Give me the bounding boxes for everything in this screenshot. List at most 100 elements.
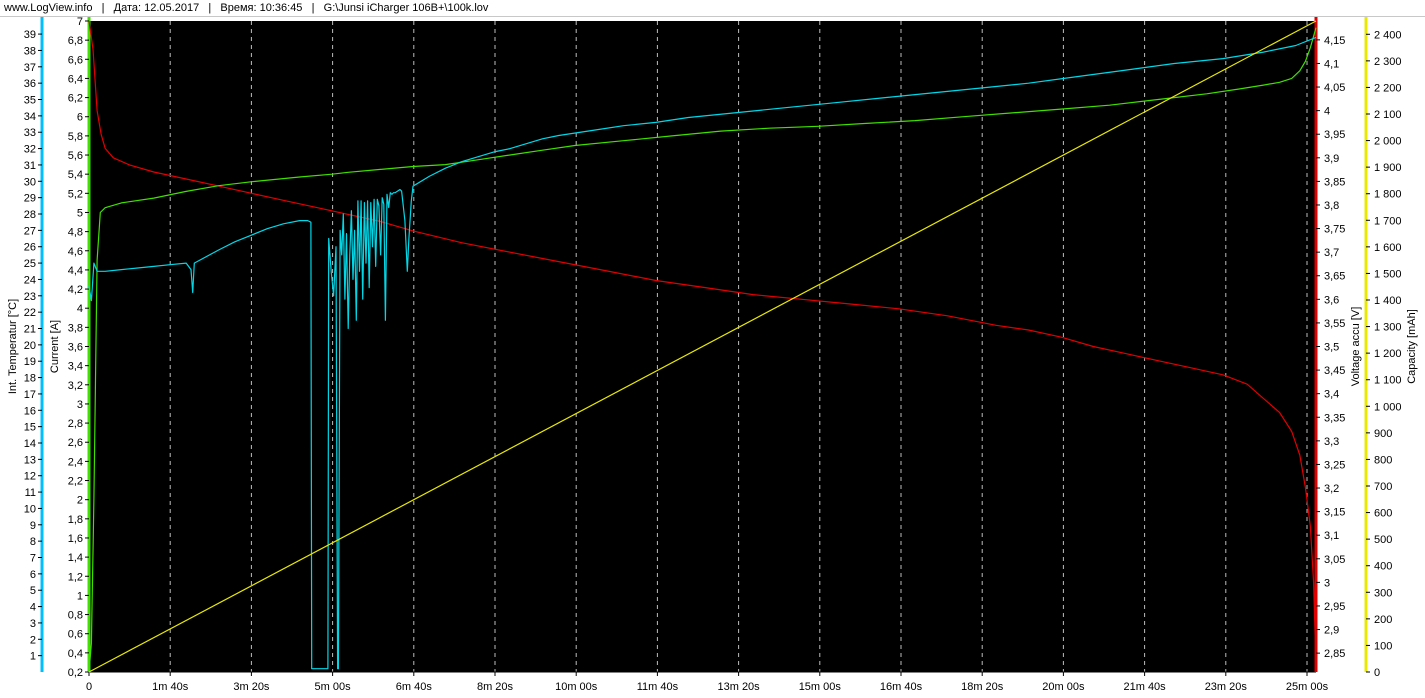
voltage-tick-label: 2,9 <box>1324 625 1339 637</box>
temperature-tick-label: 26 <box>24 242 36 254</box>
temperature-tick-label: 33 <box>24 127 36 139</box>
capacity-tick-label: 1 900 <box>1374 162 1402 174</box>
capacity-tick-label: 1 400 <box>1374 295 1402 307</box>
voltage-tick-label: 3,25 <box>1324 459 1345 471</box>
capacity-tick-label: 200 <box>1374 614 1392 626</box>
temperature-tick-label: 7 <box>30 553 36 565</box>
temperature-tick-label: 11 <box>25 487 36 499</box>
temperature-tick-label: 28 <box>24 209 36 221</box>
current-tick-label: 6 <box>77 112 83 124</box>
voltage-tick-label: 3 <box>1324 577 1330 589</box>
voltage-tick-label: 2,95 <box>1324 601 1345 613</box>
temperature-tick-label: 36 <box>24 78 36 90</box>
current-tick-label: 1,6 <box>68 533 83 545</box>
temperature-tick-label: 3 <box>30 618 36 630</box>
current-tick-label: 3,4 <box>68 361 83 373</box>
temperature-tick-label: 4 <box>30 602 36 614</box>
capacity-tick-label: 600 <box>1374 508 1392 520</box>
current-tick-label: 4 <box>77 303 83 315</box>
voltage-tick-label: 4,15 <box>1324 35 1345 47</box>
capacity-tick-label: 1 300 <box>1374 322 1402 334</box>
current-tick-label: 6,6 <box>68 54 83 66</box>
current-tick-label: 4,4 <box>68 265 83 277</box>
voltage-tick-label: 3,6 <box>1324 294 1339 306</box>
voltage-tick-label: 3,15 <box>1324 507 1345 519</box>
x-tick-label: 5m 00s <box>315 681 352 693</box>
temperature-tick-label: 14 <box>24 438 36 450</box>
x-tick-label: 20m 00s <box>1042 681 1085 693</box>
current-tick-label: 2,4 <box>68 456 83 468</box>
capacity-axis-title: Capacity [mAh] <box>1406 309 1418 384</box>
voltage-tick-label: 3,85 <box>1324 176 1345 188</box>
capacity-tick-label: 0 <box>1374 667 1380 679</box>
current-tick-label: 6,4 <box>68 73 83 85</box>
current-tick-label: 2,8 <box>68 418 83 430</box>
capacity-tick-label: 2 100 <box>1374 109 1402 121</box>
capacity-tick-label: 1 800 <box>1374 189 1402 201</box>
voltage-tick-label: 3,45 <box>1324 365 1345 377</box>
voltage-tick-label: 2,85 <box>1324 648 1345 660</box>
temperature-tick-label: 1 <box>30 651 36 663</box>
voltage-tick-label: 3,1 <box>1324 530 1339 542</box>
current-tick-label: 0,2 <box>68 667 83 679</box>
capacity-tick-label: 1 200 <box>1374 348 1402 360</box>
temperature-tick-label: 12 <box>24 471 36 483</box>
temperature-tick-label: 27 <box>24 225 36 237</box>
x-tick-label: 13m 20s <box>717 681 760 693</box>
temperature-tick-label: 10 <box>24 503 36 515</box>
voltage-tick-label: 4,1 <box>1324 58 1339 70</box>
capacity-tick-label: 900 <box>1374 428 1392 440</box>
temperature-tick-label: 29 <box>24 193 36 205</box>
capacity-tick-label: 1 500 <box>1374 268 1402 280</box>
temperature-tick-label: 34 <box>24 111 36 123</box>
voltage-tick-label: 3,65 <box>1324 271 1345 283</box>
current-tick-label: 1,4 <box>68 552 83 564</box>
capacity-tick-label: 100 <box>1374 640 1392 652</box>
voltage-tick-label: 3,05 <box>1324 554 1345 566</box>
current-tick-label: 3 <box>77 399 83 411</box>
temperature-tick-label: 38 <box>24 45 36 57</box>
capacity-tick-label: 1 600 <box>1374 242 1402 254</box>
temperature-tick-label: 16 <box>24 405 36 417</box>
voltage-tick-label: 3,7 <box>1324 247 1339 259</box>
current-tick-label: 5 <box>77 207 83 219</box>
x-tick-label: 11m 40s <box>637 681 679 693</box>
voltage-tick-label: 3,35 <box>1324 412 1345 424</box>
capacity-tick-label: 1 100 <box>1374 375 1402 387</box>
capacity-tick-label: 2 400 <box>1374 29 1402 41</box>
capacity-tick-label: 700 <box>1374 481 1392 493</box>
current-tick-label: 4,6 <box>68 246 83 258</box>
current-tick-label: 1 <box>77 590 83 602</box>
current-axis-title: Current [A] <box>49 320 61 373</box>
temperature-tick-label: 31 <box>24 160 36 172</box>
x-tick-label: 8m 20s <box>477 681 514 693</box>
current-tick-label: 6,2 <box>68 93 83 105</box>
temperature-tick-label: 22 <box>24 307 36 319</box>
x-tick-label: 23m 20s <box>1205 681 1248 693</box>
current-tick-label: 5,2 <box>68 188 83 200</box>
current-tick-label: 3,2 <box>68 380 83 392</box>
capacity-tick-label: 1 000 <box>1374 401 1402 413</box>
temperature-tick-label: 37 <box>24 62 36 74</box>
voltage-tick-label: 3,55 <box>1324 318 1345 330</box>
current-tick-label: 5,8 <box>68 131 83 143</box>
voltage-tick-label: 4,05 <box>1324 82 1345 94</box>
voltage-tick-label: 3,75 <box>1324 224 1345 236</box>
temperature-tick-label: 24 <box>24 274 36 286</box>
current-tick-label: 7 <box>77 16 83 28</box>
temperature-tick-label: 13 <box>24 454 36 466</box>
temperature-tick-label: 32 <box>24 144 36 156</box>
capacity-tick-label: 2 000 <box>1374 136 1402 148</box>
current-tick-label: 2 <box>77 495 83 507</box>
temperature-tick-label: 20 <box>24 340 36 352</box>
temperature-tick-label: 8 <box>30 536 36 548</box>
temperature-tick-label: 35 <box>24 95 36 107</box>
temperature-tick-label: 25 <box>24 258 36 270</box>
temperature-tick-label: 21 <box>24 324 36 336</box>
voltage-tick-label: 3,2 <box>1324 483 1339 495</box>
current-tick-label: 0,8 <box>68 610 83 622</box>
temperature-tick-label: 5 <box>30 585 36 597</box>
x-tick-label: 16m 40s <box>880 681 923 693</box>
current-tick-label: 1,8 <box>68 514 83 526</box>
x-tick-label: 3m 20s <box>233 681 270 693</box>
